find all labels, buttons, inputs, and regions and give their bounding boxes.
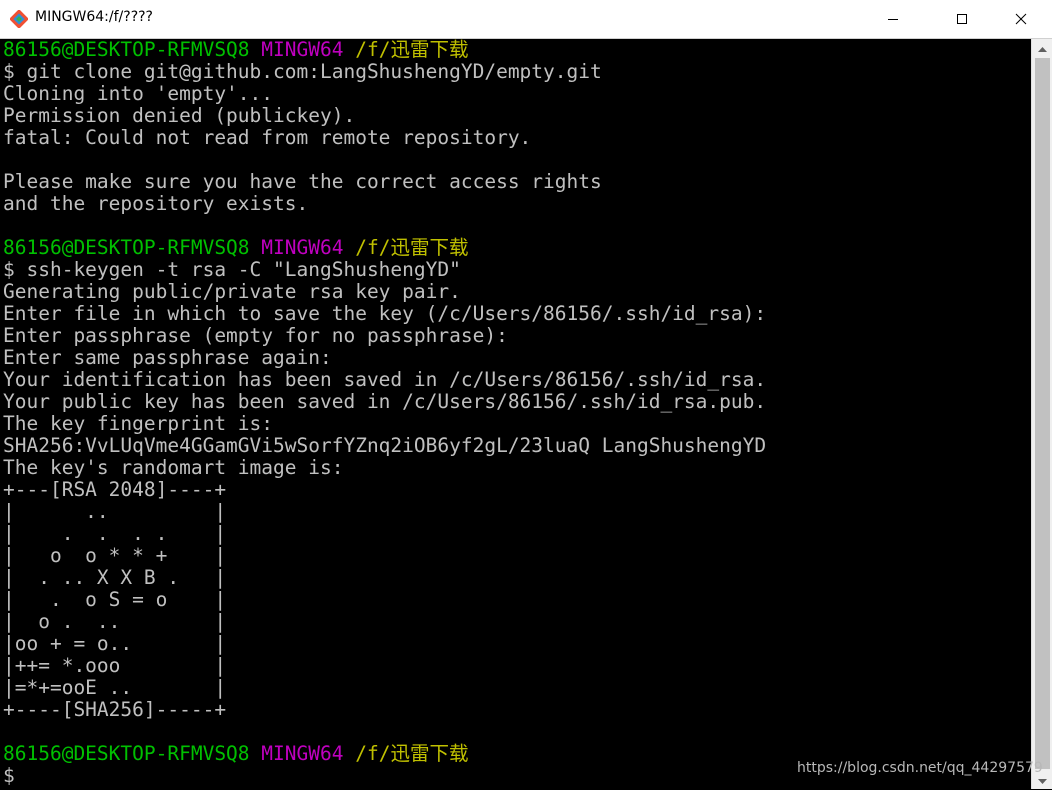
prompt-user: 86156@DESKTOP-RFMVSQ8 — [3, 742, 250, 765]
randomart-line: | . o S = o | — [3, 588, 227, 611]
prompt-user: 86156@DESKTOP-RFMVSQ8 — [3, 236, 250, 259]
prompt-user: 86156@DESKTOP-RFMVSQ8 — [3, 39, 250, 61]
randomart-line: | o . .. | — [3, 610, 227, 633]
terminal-output[interactable]: 86156@DESKTOP-RFMVSQ8 MINGW64 /f/迅雷下载 $ … — [0, 39, 1031, 789]
prompt-path: /f/迅雷下载 — [355, 39, 469, 61]
randomart-line: | .. | — [3, 500, 227, 523]
terminal-line: Your public key has been saved in /c/Use… — [3, 390, 767, 413]
close-icon — [1015, 13, 1027, 25]
terminal-line: Generating public/private rsa key pair. — [3, 280, 461, 303]
prompt-path: /f/迅雷下载 — [355, 236, 469, 259]
randomart-line: +----[SHA256]-----+ — [3, 698, 227, 721]
prompt-line: 86156@DESKTOP-RFMVSQ8 MINGW64 /f/迅雷下载 — [3, 39, 468, 61]
terminal-line: and the repository exists. — [3, 192, 309, 215]
randomart-line: +---[RSA 2048]----+ — [3, 478, 227, 501]
terminal-line: Enter passphrase (empty for no passphras… — [3, 324, 508, 347]
randomart-line: |oo + = o.. | — [3, 632, 227, 655]
git-bash-icon — [9, 9, 29, 29]
prompt-path: /f/迅雷下载 — [355, 742, 469, 765]
terminal-line: Permission denied (publickey). — [3, 104, 356, 127]
prompt-env: MINGW64 — [261, 39, 344, 61]
terminal-line: SHA256:VvLUqVme4GGamGVi5wSorfYZnq2iOB6yf… — [3, 434, 767, 457]
randomart-line: |++= *.ooo | — [3, 654, 227, 677]
randomart-line: | . .. X X B . | — [3, 566, 227, 589]
randomart-line: |=*+=ooE .. | — [3, 676, 227, 699]
terminal-line: Cloning into 'empty'... — [3, 82, 274, 105]
chevron-up-icon — [1038, 39, 1047, 57]
prompt-line: 86156@DESKTOP-RFMVSQ8 MINGW64 /f/迅雷下载 — [3, 743, 468, 765]
terminal-line: fatal: Could not read from remote reposi… — [3, 126, 532, 149]
maximize-button[interactable] — [939, 0, 985, 38]
minimize-icon — [887, 13, 899, 25]
terminal-line: $ ssh-keygen -t rsa -C "LangShushengYD" — [3, 258, 461, 281]
window-title: MINGW64:/f/???? — [35, 9, 153, 25]
close-button[interactable] — [998, 0, 1044, 38]
randomart-line: | . . . . | — [3, 522, 227, 545]
terminal-line: Enter same passphrase again: — [3, 346, 332, 369]
command-prompt-line[interactable]: $ — [3, 765, 15, 787]
maximize-icon — [956, 13, 968, 25]
minimize-button[interactable] — [870, 0, 916, 38]
watermark-url: https://blog.csdn.net/qq_44297579 — [797, 760, 1043, 776]
scroll-thumb[interactable] — [1035, 58, 1050, 769]
prompt-env: MINGW64 — [261, 236, 344, 259]
scroll-up-button[interactable] — [1032, 39, 1052, 56]
prompt-env: MINGW64 — [261, 742, 344, 765]
randomart-line: | o o * * + | — [3, 544, 227, 567]
terminal-line: Your identification has been saved in /c… — [3, 368, 767, 391]
terminal-line: Enter file in which to save the key (/c/… — [3, 302, 767, 325]
prompt-line: 86156@DESKTOP-RFMVSQ8 MINGW64 /f/迅雷下载 — [3, 237, 468, 259]
terminal-line: Please make sure you have the correct ac… — [3, 170, 602, 193]
vertical-scrollbar[interactable] — [1031, 39, 1052, 789]
terminal-line: The key fingerprint is: — [3, 412, 274, 435]
terminal-line: $ git clone git@github.com:LangShushengY… — [3, 60, 602, 83]
terminal-line: The key's randomart image is: — [3, 456, 344, 479]
title-bar[interactable]: MINGW64:/f/???? — [0, 0, 1052, 39]
git-bash-window: MINGW64:/f/???? 86156@DESKTOP-RFMVSQ8 MI… — [0, 0, 1052, 789]
